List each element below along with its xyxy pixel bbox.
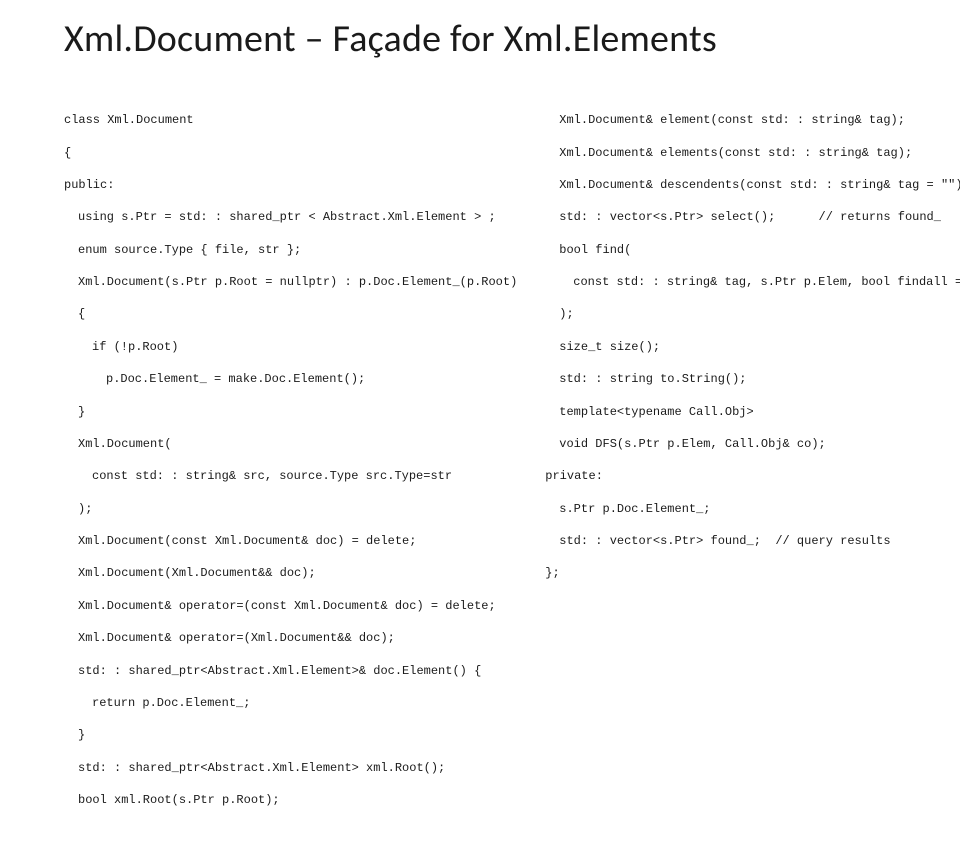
code-line: std: : shared_ptr<Abstract.Xml.Element>&… — [64, 663, 517, 679]
code-column-right: Xml.Document& element(const std: : strin… — [545, 96, 960, 841]
code-line: } — [64, 727, 517, 743]
code-line: ); — [64, 501, 517, 517]
code-line: Xml.Document& element(const std: : strin… — [545, 112, 960, 128]
code-column-left: class Xml.Document { public: using s.Ptr… — [64, 96, 517, 841]
code-line: enum source.Type { file, str }; — [64, 242, 517, 258]
code-line: bool xml.Root(s.Ptr p.Root); — [64, 792, 517, 808]
code-line: }; — [545, 565, 960, 581]
code-line: s.Ptr p.Doc.Element_; — [545, 501, 960, 517]
code-line: p.Doc.Element_ = make.Doc.Element(); — [64, 371, 517, 387]
code-line: bool find( — [545, 242, 960, 258]
code-line: private: — [545, 468, 960, 484]
code-line: template<typename Call.Obj> — [545, 404, 960, 420]
code-line: public: — [64, 177, 517, 193]
code-line: size_t size(); — [545, 339, 960, 355]
slide: Xml.Document – Façade for Xml.Elements c… — [0, 0, 960, 540]
code-line: Xml.Document& elements(const std: : stri… — [545, 145, 960, 161]
code-line: { — [64, 145, 517, 161]
code-line: std: : vector<s.Ptr> select(); // return… — [545, 209, 960, 225]
code-line: const std: : string& tag, s.Ptr p.Elem, … — [545, 274, 960, 290]
code-line: return p.Doc.Element_; — [64, 695, 517, 711]
code-line: } — [64, 404, 517, 420]
code-line: std: : shared_ptr<Abstract.Xml.Element> … — [64, 760, 517, 776]
code-line: const std: : string& src, source.Type sr… — [64, 468, 517, 484]
code-line: if (!p.Root) — [64, 339, 517, 355]
code-line: class Xml.Document — [64, 112, 517, 128]
code-line: Xml.Document& operator=(const Xml.Docume… — [64, 598, 517, 614]
code-line: Xml.Document& descendents(const std: : s… — [545, 177, 960, 193]
code-columns: class Xml.Document { public: using s.Ptr… — [64, 96, 912, 841]
slide-title: Xml.Document – Façade for Xml.Elements — [64, 16, 912, 62]
code-line: using s.Ptr = std: : shared_ptr < Abstra… — [64, 209, 517, 225]
code-line: Xml.Document(Xml.Document&& doc); — [64, 565, 517, 581]
code-line: Xml.Document(const Xml.Document& doc) = … — [64, 533, 517, 549]
code-line: Xml.Document( — [64, 436, 517, 452]
code-line: Xml.Document(s.Ptr p.Root = nullptr) : p… — [64, 274, 517, 290]
code-line: std: : vector<s.Ptr> found_; // query re… — [545, 533, 960, 549]
code-line: std: : string to.String(); — [545, 371, 960, 387]
code-line: { — [64, 306, 517, 322]
code-line: ); — [545, 306, 960, 322]
code-line: void DFS(s.Ptr p.Elem, Call.Obj& co); — [545, 436, 960, 452]
code-line: Xml.Document& operator=(Xml.Document&& d… — [64, 630, 517, 646]
